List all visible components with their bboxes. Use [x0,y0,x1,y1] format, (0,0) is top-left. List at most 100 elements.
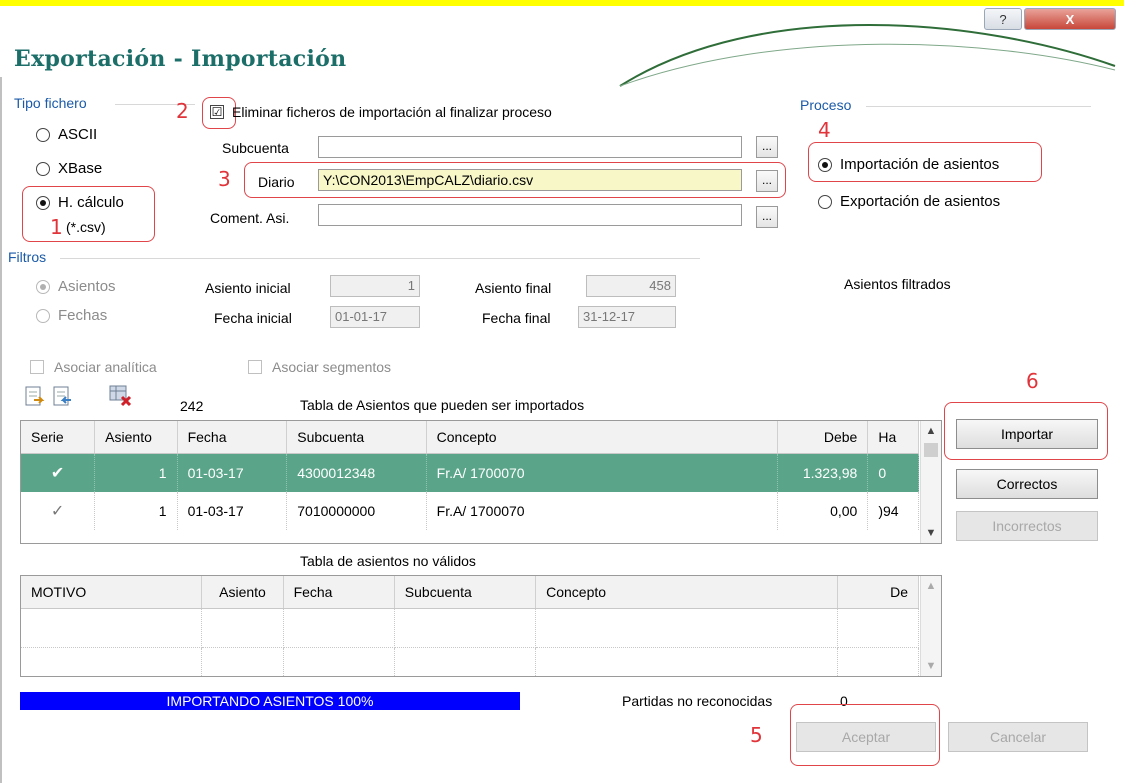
column-header-debe[interactable]: Debe [777,421,869,454]
annotation-number-3: 3 [218,167,231,191]
row-status-check-icon: ✓ [21,492,96,530]
close-button[interactable]: X [1024,8,1116,30]
importar-button[interactable]: Importar [956,419,1098,449]
scroll-down-icon[interactable]: ▼ [921,660,941,672]
fecha-final-label: Fecha final [482,310,551,326]
radio-indicator [36,195,50,210]
scroll-thumb[interactable] [924,443,938,457]
column-header-haber[interactable]: Ha [867,421,919,454]
aceptar-button[interactable]: Aceptar [796,722,936,752]
column-header-subcuenta[interactable]: Subcuenta [394,576,537,609]
cell-haber: 0 [867,453,919,492]
radio-filtro-asientos[interactable]: Asientos [36,278,116,295]
radio-indicator [36,161,50,176]
correctos-button[interactable]: Correctos [956,469,1098,499]
asociar-analitica-label: Asociar analítica [54,359,157,375]
help-button[interactable]: ? [984,8,1022,30]
radio-ascii[interactable]: ASCII [36,126,97,143]
cell-debe: 0,00 [777,492,869,530]
fecha-inicial-field[interactable]: 01-01-17 [330,306,420,328]
import-table-scrollbar[interactable]: ▲ ▼ [920,421,941,543]
asiento-inicial-field[interactable]: 1 [330,275,420,297]
cell-fecha: 01-03-17 [177,453,288,492]
radio-indicator [36,279,50,294]
column-header-subcuenta[interactable]: Subcuenta [286,421,427,454]
import-document-icon[interactable] [52,386,74,410]
radio-indicator [818,157,832,172]
eliminar-checkbox[interactable]: ☑ [210,105,224,119]
cell-asiento: 1 [94,453,178,492]
column-header-motivo[interactable]: MOTIVO [21,576,203,609]
diario-label: Diario [258,174,295,190]
partidas-no-reconocidas-label: Partidas no reconocidas [622,693,773,709]
asociar-analitica-checkbox[interactable] [30,360,44,374]
export-document-icon[interactable] [24,386,46,410]
diario-field[interactable]: Y:\CON2013\EmpCALZ\diario.csv [318,169,742,191]
top-highlight-strip [0,0,1124,6]
fecha-final-field[interactable]: 31-12-17 [578,306,676,328]
annotation-number-6: 6 [1026,369,1039,393]
radio-exportacion[interactable]: Exportación de asientos [818,193,1000,210]
cell-concepto: Fr.A/ 1700070 [426,492,778,530]
table-row-empty [21,647,920,676]
incorrectos-button[interactable]: Incorrectos [956,511,1098,541]
asociar-segmentos-label: Asociar segmentos [272,359,392,375]
radio-hoja-calculo-sublabel: (*.csv) [66,219,106,235]
column-header-fecha[interactable]: Fecha [177,421,288,454]
filtros-separator [60,258,700,259]
scroll-up-icon[interactable]: ▲ [921,425,941,437]
diario-browse-button[interactable]: ... [756,170,778,192]
records-count: 242 [180,398,204,414]
import-table: Serie Asiento Fecha Subcuenta Concepto D… [21,421,919,530]
column-header-fecha[interactable]: Fecha [283,576,395,609]
radio-importacion-label: Importación de asientos [840,156,1000,173]
invalid-table-title: Tabla de asientos no válidos [300,553,476,569]
cell-debe: 1.323,98 [777,453,869,492]
cell-fecha: 01-03-17 [177,492,288,530]
coment-asi-label: Coment. Asi. [210,210,290,226]
scroll-up-icon[interactable]: ▲ [921,580,941,592]
radio-indicator [36,308,50,323]
radio-hoja-calculo-label: H. cálculo [58,194,124,211]
radio-importacion[interactable]: Importación de asientos [818,156,999,173]
subcuenta-label: Subcuenta [222,140,289,156]
invalid-table-scrollbar[interactable]: ▲ ▼ [920,576,941,676]
radio-indicator [818,194,832,209]
column-header-asiento[interactable]: Asiento [201,576,284,609]
subcuenta-browse-button[interactable]: ... [756,136,778,158]
coment-asi-browse-button[interactable]: ... [756,206,778,228]
help-icon: ? [999,11,1007,27]
asiento-final-label: Asiento final [475,280,552,296]
cell-concepto: Fr.A/ 1700070 [426,453,778,492]
import-table-title: Tabla de Asientos que pueden ser importa… [300,397,585,413]
cancelar-button[interactable]: Cancelar [948,722,1088,752]
asociar-segmentos-checkbox[interactable] [248,360,262,374]
subcuenta-field[interactable] [318,136,742,158]
column-header-asiento[interactable]: Asiento [94,421,178,454]
radio-exportacion-label: Exportación de asientos [840,193,1001,210]
cell-haber: )94 [867,492,919,530]
import-progress-bar: IMPORTANDO ASIENTOS 100% [20,692,520,710]
column-header-debe[interactable]: De [837,576,920,609]
radio-xbase-label: XBase [58,160,103,177]
asiento-final-field[interactable]: 458 [586,275,676,297]
radio-hoja-calculo[interactable]: H. cálculo [36,194,124,211]
table-row-empty [21,608,920,648]
radio-xbase[interactable]: XBase [36,160,102,177]
cell-subcuenta: 4300012348 [286,453,427,492]
radio-filtro-fechas[interactable]: Fechas [36,307,107,324]
cell-asiento: 1 [94,492,178,530]
tipo-fichero-group-label: Tipo fichero [14,95,87,111]
asientos-filtrados-label: Asientos filtrados [844,276,951,292]
column-header-serie[interactable]: Serie [21,421,96,454]
table-row[interactable]: ✓ 1 01-03-17 7010000000 Fr.A/ 1700070 0,… [21,492,919,530]
table-row[interactable]: ✔ 1 01-03-17 4300012348 Fr.A/ 1700070 1.… [21,453,919,492]
asiento-inicial-label: Asiento inicial [205,280,291,296]
column-header-concepto[interactable]: Concepto [426,421,778,454]
scroll-down-icon[interactable]: ▼ [921,527,941,539]
delete-records-icon[interactable] [108,384,134,408]
column-header-concepto[interactable]: Concepto [535,576,838,609]
proceso-group-label: Proceso [800,97,852,113]
coment-asi-field[interactable] [318,204,742,226]
filtros-group-label: Filtros [8,249,47,265]
